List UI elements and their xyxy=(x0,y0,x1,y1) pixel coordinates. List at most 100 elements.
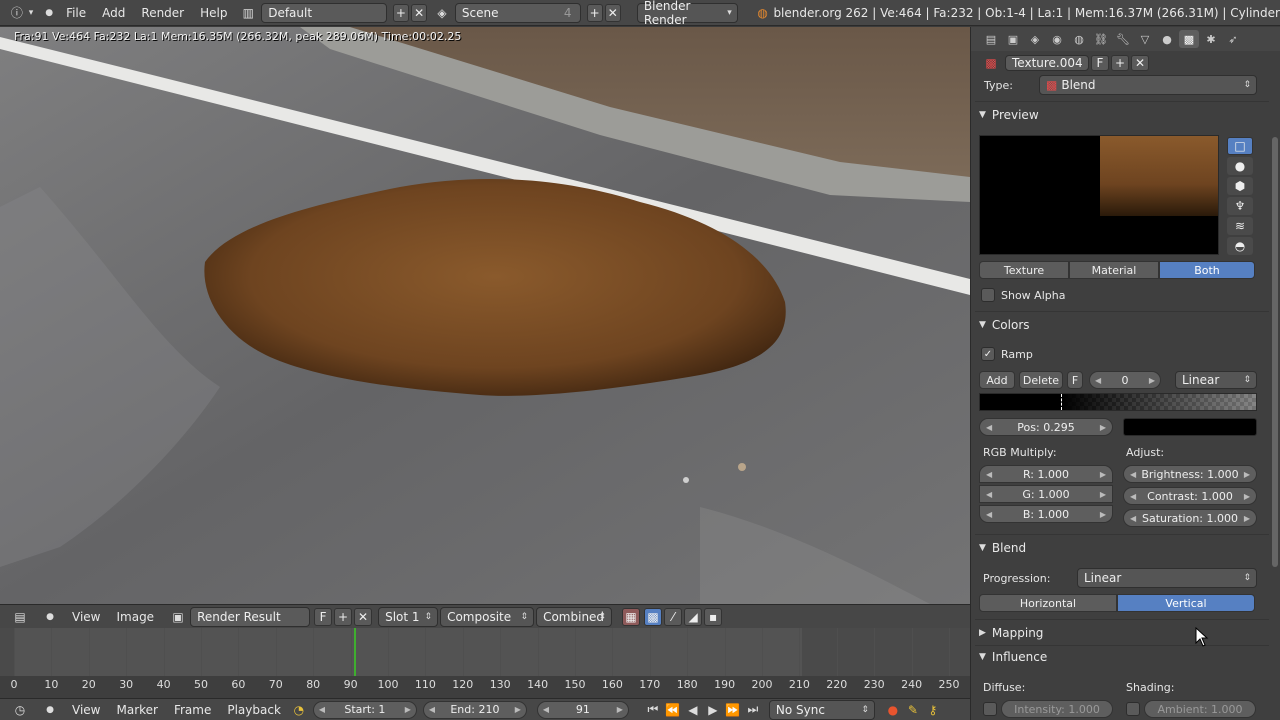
playhead[interactable] xyxy=(354,628,356,676)
preview-both-button[interactable]: Both xyxy=(1159,261,1255,279)
show-alpha-checkbox[interactable] xyxy=(981,288,995,302)
image-editor-view[interactable]: Fra:91 Ve:464 Fa:232 La:1 Mem:16.35M (26… xyxy=(0,27,970,604)
remove-scene-button[interactable]: ✕ xyxy=(604,3,621,22)
properties-scrollbar[interactable] xyxy=(1272,137,1278,567)
channel-icon[interactable]: ▪ xyxy=(704,607,723,626)
scene-icon[interactable]: ◈ xyxy=(433,3,451,23)
menu-image[interactable]: Image xyxy=(108,610,162,624)
object-tab-icon[interactable]: ◍ xyxy=(1069,30,1089,48)
start-frame-field[interactable]: ◀ Start: 1 ▶ xyxy=(312,700,417,719)
influence-panel-header[interactable]: ▼ Influence xyxy=(979,647,1265,667)
saturation-field[interactable]: ◀ Saturation: 1.000 ▶ xyxy=(1123,509,1257,527)
new-texture-button[interactable]: + xyxy=(1111,55,1129,71)
preview-range-icon[interactable]: ◔ xyxy=(289,700,309,720)
vertical-button[interactable]: Vertical xyxy=(1117,594,1255,612)
contrast-field[interactable]: ◀ Contrast: 1.000 ▶ xyxy=(1123,487,1257,505)
menu-playback[interactable]: Playback xyxy=(219,703,289,717)
intensity-checkbox[interactable] xyxy=(983,702,997,716)
jump-keyframe-back-icon[interactable]: ⏪ xyxy=(663,700,683,720)
fake-user-button[interactable]: F xyxy=(1091,55,1109,71)
end-frame-field[interactable]: ◀ End: 210 ▶ xyxy=(422,700,527,719)
ramp-color-swatch[interactable] xyxy=(1123,418,1257,436)
unlink-texture-button[interactable]: ✕ xyxy=(1131,55,1149,71)
image-editor-type-icon[interactable]: ▤ xyxy=(10,607,30,627)
scene-field[interactable]: Scene 4 xyxy=(454,2,581,23)
horizontal-button[interactable]: Horizontal xyxy=(979,594,1117,612)
remove-layout-button[interactable]: ✕ xyxy=(411,3,428,22)
menu-file[interactable]: File xyxy=(58,6,94,20)
rgb-b-field[interactable]: ◀ B: 1.000 ▶ xyxy=(979,505,1113,523)
hair-preview-icon[interactable]: ≋ xyxy=(1227,217,1253,235)
intensity-field[interactable]: Intensity: 1.000 xyxy=(1001,700,1113,718)
blend-panel-header[interactable]: ▼ Blend xyxy=(979,538,1265,558)
slot-dropdown[interactable]: Slot 1 ⇕ xyxy=(378,606,439,627)
timeline-area[interactable] xyxy=(0,628,970,676)
data-tab-icon[interactable]: ▽ xyxy=(1135,30,1155,48)
ramp-pos-field[interactable]: ◀ Pos: 0.295 ▶ xyxy=(979,418,1113,436)
layer-dropdown[interactable]: Combined ⇕ xyxy=(536,606,613,627)
add-layout-button[interactable]: + xyxy=(392,3,410,22)
jump-keyframe-forward-icon[interactable]: ⏩ xyxy=(723,700,743,720)
physics-tab-icon[interactable]: ➶ xyxy=(1223,30,1243,48)
properties-editor-icon[interactable]: ▤ xyxy=(981,30,1001,48)
texture-type-dropdown[interactable]: ▩ Blend ⇕ xyxy=(1039,75,1257,95)
info-editor-icon[interactable]: ⓘ xyxy=(8,3,26,23)
timeline-editor-icon[interactable]: ◷ xyxy=(10,700,30,720)
keying-set-icon[interactable]: ✎ xyxy=(903,700,923,720)
particles-tab-icon[interactable]: ✱ xyxy=(1201,30,1221,48)
fake-user-button[interactable]: F xyxy=(314,607,333,626)
draw-image-icon[interactable]: ▦ xyxy=(622,607,641,626)
render-tab-icon[interactable]: ▣ xyxy=(1003,30,1023,48)
colors-panel-header[interactable]: ▼ Colors xyxy=(979,315,1265,335)
ramp-add-button[interactable]: Add xyxy=(979,371,1015,389)
ambient-field[interactable]: Ambient: 1.000 xyxy=(1144,700,1256,718)
scene-tab-icon[interactable]: ◈ xyxy=(1025,30,1045,48)
menu-help[interactable]: Help xyxy=(192,6,235,20)
play-reverse-icon[interactable]: ◀ xyxy=(683,700,703,720)
ramp-stop-marker[interactable] xyxy=(1061,394,1062,410)
menu-marker[interactable]: Marker xyxy=(108,703,165,717)
render-engine-dropdown[interactable]: Blender Render ▾ xyxy=(636,0,738,27)
collapse-menu-icon[interactable]: ● xyxy=(40,3,58,23)
screen-layout-field[interactable]: Default xyxy=(261,2,387,23)
menu-view[interactable]: View xyxy=(64,610,108,624)
collapse-menu-icon[interactable]: ● xyxy=(40,607,60,627)
alpha-checker-icon[interactable]: ▩ xyxy=(644,607,663,626)
play-icon[interactable]: ▶ xyxy=(703,700,723,720)
editor-type-chevron-icon[interactable]: ▾ xyxy=(26,3,37,23)
color-ramp[interactable] xyxy=(979,393,1257,411)
jump-start-icon[interactable]: ⏮ xyxy=(643,700,663,720)
new-image-button[interactable]: + xyxy=(334,607,353,626)
preview-panel-header[interactable]: ▼ Preview xyxy=(979,105,1265,125)
frame-ruler[interactable]: 0 10 20 30 40 50 60 70 80 90 100 110 120 130 140 150 160… xyxy=(0,676,970,698)
texture-name-field[interactable]: Texture.004 xyxy=(1005,55,1089,71)
cube-preview-icon[interactable]: ⬢ xyxy=(1227,177,1253,195)
modifiers-tab-icon[interactable]: 🔧︎ xyxy=(1113,30,1133,48)
ambient-checkbox[interactable] xyxy=(1126,702,1140,716)
texture-checker-icon[interactable]: ▩ xyxy=(981,53,1001,73)
flat-preview-icon[interactable]: □ xyxy=(1227,137,1253,155)
progression-dropdown[interactable]: Linear ⇕ xyxy=(1077,568,1257,588)
timeline[interactable]: 0 10 20 30 40 50 60 70 80 90 100 110 120 130 140 150 160… xyxy=(0,628,970,698)
z-buffer-icon[interactable]: ⁄ xyxy=(664,607,683,626)
ramp-index-field[interactable]: ◀ 0 ▶ xyxy=(1089,371,1161,389)
sphere-preview-icon[interactable]: ● xyxy=(1227,157,1253,175)
ramp-interpolation-dropdown[interactable]: Linear ⇕ xyxy=(1175,371,1257,389)
pass-dropdown[interactable]: Composite ⇕ xyxy=(440,606,535,627)
collapse-menu-icon[interactable]: ● xyxy=(40,700,60,720)
image-browse-icon[interactable]: ▣ xyxy=(168,607,188,627)
screen-layout-icon[interactable]: ▥ xyxy=(239,3,257,23)
add-scene-button[interactable]: + xyxy=(586,3,603,22)
current-frame-field[interactable]: ◀ 91 ▶ xyxy=(536,700,629,719)
menu-render[interactable]: Render xyxy=(133,6,192,20)
rgb-r-field[interactable]: ◀ R: 1.000 ▶ xyxy=(979,465,1113,483)
preview-texture-button[interactable]: Texture xyxy=(979,261,1069,279)
sync-dropdown[interactable]: No Sync ⇕ xyxy=(768,699,875,720)
image-name-field[interactable]: Render Result xyxy=(190,606,311,627)
gradient-icon[interactable]: ◢ xyxy=(684,607,703,626)
menu-view[interactable]: View xyxy=(64,703,108,717)
material-tab-icon[interactable]: ● xyxy=(1157,30,1177,48)
texture-tab-icon[interactable]: ▩ xyxy=(1179,30,1199,48)
constraints-tab-icon[interactable]: ⛓ xyxy=(1091,30,1111,48)
ramp-flip-button[interactable]: F xyxy=(1067,371,1083,389)
